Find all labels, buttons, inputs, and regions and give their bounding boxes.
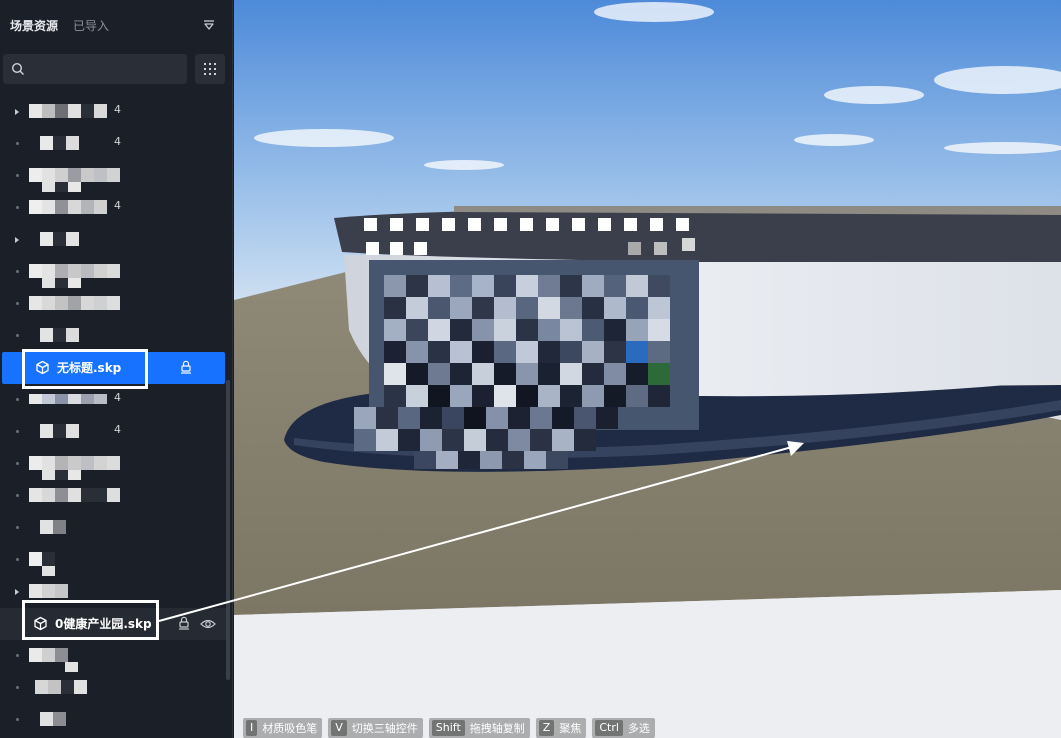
shortcut-key: Shift (431, 720, 465, 736)
shortcut-action: 多选 (627, 722, 650, 735)
shortcut-key: V (331, 720, 347, 736)
shortcut-action: 材质吸色笔 (262, 722, 318, 735)
shortcut-hint-bar: I 材质吸色笔 V 切换三轴控件 Shift 拖拽轴复制 Z 聚焦 Ctrl 多… (243, 718, 655, 738)
shortcut-key: I (246, 720, 258, 736)
shortcut-material-picker: I 材质吸色笔 (243, 718, 323, 738)
shortcut-action: 聚焦 (559, 722, 582, 735)
shortcut-action: 拖拽轴复制 (469, 722, 525, 735)
shortcut-drag-copy: Shift 拖拽轴复制 (428, 718, 530, 738)
shortcut-toggle-gizmo: V 切换三轴控件 (328, 718, 423, 738)
shortcut-key: Ctrl (595, 720, 623, 736)
shortcut-action: 切换三轴控件 (351, 722, 418, 735)
shortcut-multi-select: Ctrl 多选 (592, 718, 655, 738)
shortcut-focus: Z 聚焦 (535, 718, 587, 738)
shortcut-key: Z (538, 720, 555, 736)
annotation-arrow (158, 441, 804, 622)
